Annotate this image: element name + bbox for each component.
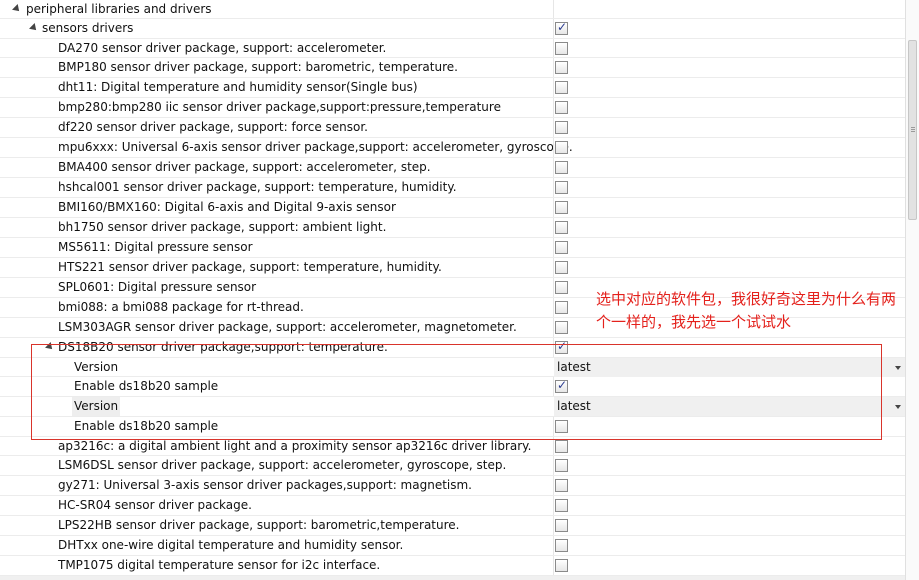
checkbox[interactable]: ✓ xyxy=(555,161,568,174)
tree-row-package[interactable]: ap3216c: a digital ambient light and a p… xyxy=(0,437,905,456)
tree-label: sensors drivers xyxy=(42,21,134,35)
tree-label: Enable ds18b20 sample xyxy=(74,379,219,393)
expand-arrow-icon[interactable] xyxy=(29,23,39,33)
tree-row-package[interactable]: LSM6DSL sensor driver package, support: … xyxy=(0,456,905,476)
tree-label: BMP180 sensor driver package, support: b… xyxy=(58,60,458,74)
expand-arrow-icon[interactable] xyxy=(12,4,22,14)
tree-row-package[interactable]: LPS22HB sensor driver package, support: … xyxy=(0,516,905,536)
checkbox[interactable]: ✓ xyxy=(555,519,568,532)
checkbox[interactable]: ✓ xyxy=(555,241,568,254)
checkbox[interactable]: ✓ xyxy=(555,499,568,512)
tree-row-package[interactable]: bmp280:bmp280 iic sensor driver package,… xyxy=(0,98,905,118)
checkbox[interactable]: ✓ xyxy=(555,81,568,94)
checkbox[interactable]: ✓ xyxy=(555,42,568,55)
checkbox[interactable]: ✓ xyxy=(555,261,568,274)
checkbox[interactable]: ✓ xyxy=(555,339,568,354)
tree-row-package[interactable]: BMP180 sensor driver package, support: b… xyxy=(0,58,905,78)
tree-row-package[interactable]: df220 sensor driver package, support: fo… xyxy=(0,118,905,138)
tree-row-package[interactable]: DA270 sensor driver package, support: ac… xyxy=(0,39,905,58)
tree-row-package[interactable]: DHTxx one-wire digital temperature and h… xyxy=(0,536,905,556)
tree-label: bh1750 sensor driver package, support: a… xyxy=(58,220,387,234)
checkbox[interactable]: ✓ xyxy=(555,479,568,492)
tree-row-version[interactable]: Version latest xyxy=(0,358,905,377)
tree-row-package[interactable]: TMP1075 digital temperature sensor for i… xyxy=(0,556,905,576)
checkbox[interactable]: ✓ xyxy=(555,121,568,134)
tree-row-package[interactable]: gy271: Universal 3-axis sensor driver pa… xyxy=(0,476,905,496)
tree-row-package[interactable]: BMA400 sensor driver package, support: a… xyxy=(0,158,905,178)
checkbox[interactable]: ✓ xyxy=(555,420,568,433)
checkbox[interactable]: ✓ xyxy=(555,281,568,294)
tree-row-package[interactable]: dht11: Digital temperature and humidity … xyxy=(0,78,905,98)
annotation-text: 选中对应的软件包，我很好奇这里为什么有两个一样的，我先选一个试试水 xyxy=(596,290,897,331)
tree-label: hshcal001 sensor driver package, support… xyxy=(58,180,457,194)
checkbox[interactable]: ✓ xyxy=(555,321,568,334)
checkbox[interactable]: ✓ xyxy=(555,20,568,35)
checkbox[interactable]: ✓ xyxy=(555,141,568,154)
tree-row-package[interactable]: bh1750 sensor driver package, support: a… xyxy=(0,218,905,238)
tree-label: MS5611: Digital pressure sensor xyxy=(58,240,253,254)
tree-row-package[interactable]: mpu6xxx: Universal 6-axis sensor driver … xyxy=(0,138,905,158)
horizontal-scrollbar[interactable] xyxy=(0,576,905,580)
tree-label: peripheral libraries and drivers xyxy=(26,2,212,16)
scrollbar-thumb[interactable] xyxy=(908,40,917,220)
tree-label: LPS22HB sensor driver package, support: … xyxy=(58,518,460,532)
tree-label: LSM303AGR sensor driver package, support… xyxy=(58,320,517,334)
tree-label: gy271: Universal 3-axis sensor driver pa… xyxy=(58,478,472,492)
version-select[interactable]: latest xyxy=(554,358,905,377)
checkbox[interactable]: ✓ xyxy=(555,378,568,393)
checkbox[interactable]: ✓ xyxy=(555,301,568,314)
tree-row-sensors-drivers[interactable]: sensors drivers ✓ xyxy=(0,19,905,39)
tree-label: Version xyxy=(74,360,119,374)
tree-label: bmp280:bmp280 iic sensor driver package,… xyxy=(58,100,501,114)
tree-label: HTS221 sensor driver package, support: t… xyxy=(58,260,442,274)
checkbox[interactable]: ✓ xyxy=(555,459,568,472)
checkbox[interactable]: ✓ xyxy=(555,201,568,214)
tree-label: DA270 sensor driver package, support: ac… xyxy=(58,41,387,55)
tree-row-package[interactable]: HTS221 sensor driver package, support: t… xyxy=(0,258,905,278)
tree-label: BMA400 sensor driver package, support: a… xyxy=(58,160,431,174)
tree-label: SPL0601: Digital pressure sensor xyxy=(58,280,257,294)
tree-row-package[interactable]: BMI160/BMX160: Digital 6-axis and Digita… xyxy=(0,198,905,218)
tree-label: LSM6DSL sensor driver package, support: … xyxy=(58,458,507,472)
check-mark-icon: ✓ xyxy=(557,20,568,34)
tree-label: dht11: Digital temperature and humidity … xyxy=(58,80,418,94)
tree-label: DS18B20 sensor driver package,support: t… xyxy=(58,340,388,354)
tree-row-ds18b20[interactable]: DS18B20 sensor driver package,support: t… xyxy=(0,338,905,358)
check-mark-icon: ✓ xyxy=(557,378,568,392)
checkbox[interactable]: ✓ xyxy=(555,101,568,114)
dropdown-arrow-icon[interactable] xyxy=(895,366,901,370)
dropdown-arrow-icon[interactable] xyxy=(895,405,901,409)
checkbox[interactable]: ✓ xyxy=(555,181,568,194)
tree-label: Version xyxy=(72,397,121,416)
tree-label: Enable ds18b20 sample xyxy=(74,419,219,433)
tree-label: HC-SR04 sensor driver package. xyxy=(58,498,252,512)
checkbox[interactable]: ✓ xyxy=(555,221,568,234)
check-mark-icon: ✓ xyxy=(557,339,568,353)
tree-row-package[interactable]: HC-SR04 sensor driver package. ✓ xyxy=(0,496,905,516)
select-value: latest xyxy=(557,399,591,413)
checkbox[interactable]: ✓ xyxy=(555,559,568,572)
tree-label: bmi088: a bmi088 package for rt-thread. xyxy=(58,300,304,314)
checkbox[interactable]: ✓ xyxy=(555,440,568,453)
tree-label: DHTxx one-wire digital temperature and h… xyxy=(58,538,404,552)
checkbox[interactable]: ✓ xyxy=(555,539,568,552)
version-select[interactable]: latest xyxy=(554,397,905,416)
tree-label: df220 sensor driver package, support: fo… xyxy=(58,120,368,134)
tree-row-package[interactable]: hshcal001 sensor driver package, support… xyxy=(0,178,905,198)
tree-row-root[interactable]: peripheral libraries and drivers xyxy=(0,0,905,19)
tree-label: ap3216c: a digital ambient light and a p… xyxy=(58,439,532,453)
tree-label: mpu6xxx: Universal 6-axis sensor driver … xyxy=(58,140,573,154)
tree-row-package[interactable]: MS5611: Digital pressure sensor ✓ xyxy=(0,238,905,258)
tree-row-enable-sample[interactable]: Enable ds18b20 sample ✓ xyxy=(0,417,905,437)
select-value: latest xyxy=(557,360,591,374)
tree-label: BMI160/BMX160: Digital 6-axis and Digita… xyxy=(58,200,396,214)
tree-label: TMP1075 digital temperature sensor for i… xyxy=(58,558,381,572)
expand-arrow-icon[interactable] xyxy=(45,342,55,352)
vertical-scrollbar[interactable] xyxy=(905,0,919,580)
checkbox[interactable]: ✓ xyxy=(555,61,568,74)
tree-row-version[interactable]: Version latest xyxy=(0,397,905,417)
tree-row-enable-sample[interactable]: Enable ds18b20 sample ✓ xyxy=(0,377,905,397)
